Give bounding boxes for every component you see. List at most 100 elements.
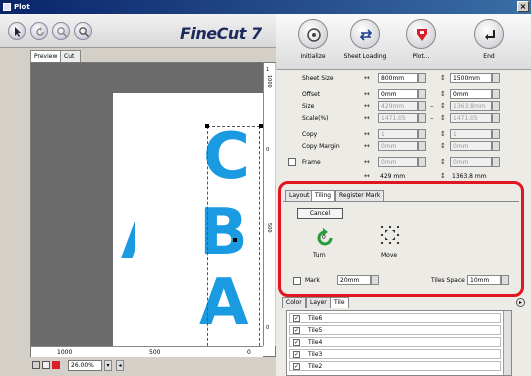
fit-selection-icon[interactable] — [52, 361, 60, 369]
copy-y-field[interactable]: 1 — [450, 129, 492, 139]
action-toolbar: Initialize Sheet Loading Plot... End — [276, 14, 531, 70]
size-width-field[interactable]: 429mm — [378, 101, 418, 111]
selection-handle[interactable] — [205, 124, 209, 128]
scale-y-field[interactable]: 1471.05 — [450, 113, 492, 123]
copy-row: Copy ↔ 1 ↕ 1 — [284, 129, 524, 141]
app-icon — [3, 3, 11, 11]
close-button[interactable]: × — [517, 1, 529, 12]
height-arrow-icon: ↕ — [440, 74, 446, 82]
copy-margin-y-field[interactable]: 0mm — [450, 141, 492, 151]
sheet-loading-button[interactable] — [350, 19, 380, 49]
width-arrow-icon: ↔ — [364, 158, 370, 166]
spin-control[interactable] — [418, 73, 426, 83]
spin-control[interactable] — [492, 141, 500, 151]
link-icon: – — [430, 102, 434, 110]
tab-cut-line[interactable]: Cut Line — [60, 50, 81, 71]
ruler-h-label: 0 — [247, 349, 251, 356]
plot-button[interactable] — [406, 19, 436, 49]
mark-size-field[interactable]: 20mm — [337, 275, 371, 285]
tile-list-scrollbar[interactable] — [503, 311, 511, 375]
rotate-tool-button[interactable] — [30, 22, 48, 40]
list-item[interactable]: ✓ Tile5 — [289, 325, 501, 335]
tab-tile[interactable]: Tile — [330, 297, 349, 308]
ruler-v-label: 1 — [266, 67, 270, 73]
mark-checkbox[interactable] — [293, 277, 301, 285]
spin-control[interactable] — [492, 89, 500, 99]
list-item[interactable]: ✓ Tile6 — [289, 313, 501, 323]
spin-control[interactable] — [418, 141, 426, 151]
window-titlebar: Plot × — [0, 0, 531, 14]
turn-label: Turn — [313, 252, 326, 259]
frame-y-field[interactable]: 0mm — [450, 157, 492, 167]
tile-visible-checkbox[interactable]: ✓ — [293, 315, 300, 322]
scroll-left-button[interactable]: ◂ — [116, 360, 124, 371]
tab-register-mark[interactable]: Register Mark — [335, 190, 385, 201]
offset-y-field[interactable]: 0mm — [450, 89, 492, 99]
offset-x-field[interactable]: 0mm — [378, 89, 418, 99]
zoom-out-button[interactable] — [74, 22, 92, 40]
panel-menu-icon[interactable]: ▸ — [516, 298, 525, 307]
width-arrow-icon: ↔ — [364, 102, 370, 110]
spin-control[interactable] — [492, 101, 500, 111]
offset-row: Offset ↔ 0mm ↕ 0mm — [284, 89, 524, 101]
ruler-v-label: 0 — [266, 325, 270, 331]
zoom-in-button[interactable] — [52, 22, 70, 40]
scale-x-field[interactable]: 1471.05 — [378, 113, 418, 123]
width-arrow-icon: ↔ — [364, 130, 370, 138]
width-arrow-icon: ↔ — [364, 90, 370, 98]
tiles-space-field[interactable]: 10mm — [467, 275, 501, 285]
spin-control[interactable] — [418, 89, 426, 99]
app-logo: FineCut 7 — [180, 24, 262, 43]
plot-icon — [417, 29, 427, 41]
select-tool-button[interactable] — [8, 22, 26, 40]
tile-visible-checkbox[interactable]: ✓ — [293, 327, 300, 334]
spin-control[interactable] — [418, 157, 426, 167]
tab-color[interactable]: Color — [282, 297, 306, 308]
list-item[interactable]: ✓ Tile4 — [289, 337, 501, 347]
list-item[interactable]: ✓ Tile3 — [289, 349, 501, 359]
frame-x-field[interactable]: 0mm — [378, 157, 418, 167]
zoom-level-field[interactable]: 26.00% — [68, 360, 102, 371]
canvas-background-left — [31, 63, 113, 356]
spin-control[interactable] — [418, 113, 426, 123]
view-toolbar: FineCut 7 — [0, 14, 276, 48]
sheet-loading-icon — [359, 29, 373, 41]
spin-control[interactable] — [418, 129, 426, 139]
tile-visible-checkbox[interactable]: ✓ — [293, 339, 300, 346]
tab-layer[interactable]: Layer — [306, 297, 331, 308]
tile-visible-checkbox[interactable]: ✓ — [293, 363, 300, 370]
frame-checkbox[interactable] — [288, 158, 296, 166]
cancel-button[interactable]: Cancel — [297, 208, 343, 219]
end-button[interactable] — [474, 19, 504, 49]
size-height-field[interactable]: 1363.8mm — [450, 101, 492, 111]
tab-layout[interactable]: Layout — [285, 190, 314, 201]
spin-control[interactable] — [418, 101, 426, 111]
list-item[interactable]: ✓ Tile2 — [289, 361, 501, 371]
ruler-h-label: 1000 — [57, 349, 73, 356]
zoom-dropdown-arrow[interactable]: ▾ — [104, 360, 112, 371]
spin-control[interactable] — [492, 157, 500, 167]
sheet-width-field[interactable]: 800mm — [378, 73, 418, 83]
fit-page-icon[interactable] — [32, 361, 40, 369]
turn-button[interactable]: 0 — [315, 228, 335, 248]
tab-tiling[interactable]: Tiling — [311, 190, 336, 201]
arrow-pointer-icon — [15, 27, 21, 37]
spin-control[interactable] — [492, 129, 500, 139]
height-arrow-icon: ↕ — [440, 142, 446, 150]
selection-handle[interactable] — [233, 238, 237, 242]
copy-margin-x-field[interactable]: 0mm — [378, 141, 418, 151]
spin-control[interactable] — [371, 275, 379, 285]
copy-x-field[interactable]: 1 — [378, 129, 418, 139]
sheet-height-field[interactable]: 1500mm — [450, 73, 492, 83]
canvas-background-top — [113, 63, 263, 93]
spin-control[interactable] — [492, 73, 500, 83]
plot-label: Plot... — [412, 53, 430, 60]
move-button[interactable] — [379, 224, 401, 246]
tile-visible-checkbox[interactable]: ✓ — [293, 351, 300, 358]
spin-control[interactable] — [501, 275, 509, 285]
preview-canvas[interactable]: C B A A 1000 0 500 0 1 1000 500 0 — [30, 62, 277, 358]
fit-width-icon[interactable] — [42, 361, 50, 369]
spin-control[interactable] — [492, 113, 500, 123]
initialize-button[interactable] — [298, 19, 328, 49]
height-arrow-icon: ↕ — [440, 90, 446, 98]
